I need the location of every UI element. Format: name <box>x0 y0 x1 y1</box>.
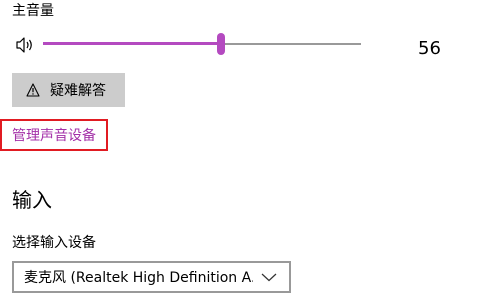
chevron-down-icon <box>261 273 277 282</box>
manage-sound-devices-link[interactable]: 管理声音设备 <box>0 119 108 151</box>
slider-fill <box>43 42 222 45</box>
master-volume-label: 主音量 <box>12 3 54 19</box>
warning-icon <box>26 83 40 97</box>
speaker-icon[interactable] <box>15 36 35 54</box>
input-section-heading: 输入 <box>12 188 52 212</box>
selected-input-device: 麦克风 (Realtek High Definition A... <box>24 270 253 286</box>
input-device-dropdown[interactable]: 麦克风 (Realtek High Definition A... <box>12 261 291 293</box>
troubleshoot-button[interactable]: 疑难解答 <box>12 73 125 107</box>
troubleshoot-label: 疑难解答 <box>50 83 106 99</box>
slider-thumb[interactable] <box>217 33 226 55</box>
volume-value: 56 <box>418 38 441 59</box>
master-volume-slider[interactable] <box>43 32 361 56</box>
manage-sound-devices-label: 管理声音设备 <box>12 128 96 144</box>
sound-settings-page: 主音量 56 疑难解答 管理声音设备 输入 选择输入设备 麦克风 (Realte… <box>0 0 480 299</box>
input-device-label: 选择输入设备 <box>12 235 96 251</box>
